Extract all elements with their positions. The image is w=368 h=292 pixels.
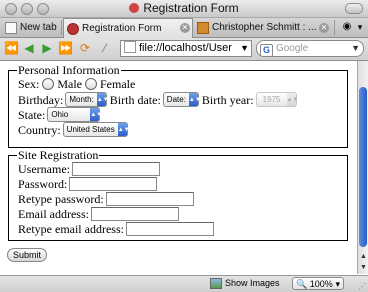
- date-select[interactable]: Date: ▲▼: [162, 92, 201, 107]
- username-label: Username:: [18, 162, 70, 176]
- firefox-icon: [67, 22, 79, 35]
- state-row: State: Ohio ▲▼: [18, 107, 103, 122]
- sex-row: Sex: Male Female: [18, 77, 135, 91]
- select-stepper-icon: ▲▼: [96, 93, 109, 106]
- male-radio[interactable]: [42, 78, 55, 90]
- password-label: Password:: [18, 177, 68, 191]
- male-label: Male: [57, 77, 82, 91]
- address-text: file://localhost/User: [139, 42, 232, 54]
- email-label: Email address:: [18, 207, 89, 221]
- tab-label: New tab: [20, 22, 57, 33]
- sex-label: Sex:: [18, 77, 40, 91]
- select-stepper-icon: ▲▼: [188, 93, 201, 106]
- birth-year-select-value: 1975: [262, 94, 281, 104]
- scroll-down-arrow-icon[interactable]: ▼: [358, 262, 368, 273]
- show-images-label: Show Images: [225, 278, 280, 288]
- tab-new-tab[interactable]: New tab: [2, 19, 57, 36]
- google-search-engine-icon[interactable]: G: [260, 44, 273, 56]
- toolbar-toggle-button[interactable]: [345, 3, 363, 14]
- birthdate-label: Birth date:: [109, 92, 161, 107]
- tab-label: Christopher Schmitt : ...: [212, 22, 317, 33]
- tab-label: Registration Form: [82, 23, 162, 34]
- page-content: Personal Information Sex: Male Female Bi…: [0, 61, 357, 274]
- page-favicon-icon: [124, 41, 136, 53]
- search-dropdown-icon[interactable]: ▼: [351, 41, 360, 56]
- zoom-dropdown-icon: ▾: [335, 279, 340, 289]
- status-bar: Show Images 🔍 100% ▾ ⋰: [0, 275, 368, 292]
- navigation-toolbar: ⏪ ◀ ▶ ⏩ ⟳ ⁄ file://localhost/User ▼ G Goo…: [0, 38, 368, 61]
- window-titlebar: Registration Form: [0, 0, 368, 18]
- email-row: Email address:: [18, 207, 179, 221]
- site-registration-legend: Site Registration: [17, 148, 100, 162]
- retype-email-row: Retype email address:: [18, 222, 214, 236]
- female-radio[interactable]: [85, 78, 97, 90]
- password-input[interactable]: [69, 177, 158, 191]
- birthday-row: Birthday: Month: ▲▼ Birth date: Date: ▲▼ B…: [18, 92, 300, 107]
- select-stepper-icon: ▲▼: [90, 108, 102, 121]
- site-favicon-icon: [197, 21, 209, 34]
- window-title-text: Registration Form: [143, 1, 239, 15]
- tab-divider: [61, 20, 62, 35]
- date-select-value: Date:: [166, 94, 186, 104]
- search-bar[interactable]: G Google ▼: [256, 40, 364, 57]
- retype-email-input[interactable]: [125, 222, 214, 236]
- username-input[interactable]: [71, 162, 160, 176]
- image-icon: [210, 278, 222, 289]
- country-row: Country: United States ▲▼: [18, 122, 131, 137]
- select-stepper-icon: ▲▼: [117, 123, 130, 136]
- back-arrow-icon[interactable]: ◀: [22, 41, 36, 55]
- retype-password-label: Retype password:: [18, 192, 104, 206]
- retype-password-row: Retype password:: [18, 192, 194, 206]
- birthyear-label: Birth year:: [201, 92, 254, 107]
- firefox-icon: [129, 3, 140, 13]
- country-select[interactable]: United States ▲▼: [62, 122, 130, 137]
- close-tab-icon[interactable]: ✕: [319, 23, 329, 33]
- address-bar[interactable]: file://localhost/User ▼: [120, 40, 252, 57]
- zoom-select[interactable]: 🔍 100% ▾: [292, 277, 344, 290]
- tab-christopher-schmitt[interactable]: Christopher Schmitt : ...: [194, 19, 318, 36]
- username-row: Username:: [18, 162, 160, 176]
- retype-password-input[interactable]: [105, 192, 194, 206]
- month-select[interactable]: Month: ▲▼: [65, 92, 109, 107]
- female-label: Female: [100, 77, 136, 91]
- site-registration-fieldset: Site Registration Username: Password: Re…: [8, 148, 348, 241]
- state-select-value: Ohio: [51, 109, 69, 119]
- forward-arrow-icon[interactable]: ▶: [40, 41, 54, 55]
- state-select[interactable]: Ohio ▲▼: [47, 107, 102, 122]
- select-stepper-icon: ▲▼: [286, 93, 298, 106]
- birth-year-select: 1975 ▲▼: [255, 92, 298, 107]
- zoom-magnifier-icon: 🔍: [296, 279, 308, 289]
- fast-forward-icon[interactable]: ⏩: [58, 41, 73, 55]
- state-label: State:: [18, 107, 46, 122]
- tab-menu-chevron-icon[interactable]: ▾: [353, 20, 367, 34]
- blank-page-icon: [5, 21, 17, 34]
- vertical-scrollbar[interactable]: ▲ ▼: [357, 61, 368, 274]
- retype-email-label: Retype email address:: [18, 222, 124, 236]
- search-placeholder: Google: [276, 43, 309, 54]
- tab-divider: [334, 20, 335, 35]
- close-tab-icon[interactable]: ✕: [180, 23, 190, 33]
- country-select-value: United States: [66, 124, 115, 134]
- window-title: Registration Form: [0, 1, 368, 15]
- resize-grip-icon[interactable]: ⋰: [358, 282, 366, 291]
- personal-information-fieldset: Personal Information Sex: Male Female Bi…: [8, 63, 348, 148]
- list-all-tabs-icon[interactable]: ◉: [340, 20, 354, 34]
- personal-information-legend: Personal Information: [17, 63, 121, 77]
- scrollbar-thumb[interactable]: [359, 87, 367, 247]
- birthday-label: Birthday:: [18, 92, 64, 107]
- stop-icon[interactable]: ⁄: [98, 41, 112, 55]
- reload-icon[interactable]: ⟳: [78, 41, 92, 55]
- email-input[interactable]: [90, 207, 179, 221]
- submit-button[interactable]: Submit: [7, 248, 48, 262]
- month-select-value: Month:: [69, 94, 94, 104]
- address-history-dropdown-icon[interactable]: ▼: [240, 41, 249, 56]
- zoom-value: 100%: [309, 279, 333, 289]
- rewind-icon[interactable]: ⏪: [4, 41, 19, 55]
- country-label: Country:: [18, 122, 61, 137]
- tab-bar: New tab Registration Form ✕ Christopher …: [0, 18, 368, 38]
- tab-registration-form[interactable]: Registration Form ✕: [63, 18, 193, 38]
- show-images-button[interactable]: Show Images: [210, 277, 280, 290]
- password-row: Password:: [18, 177, 158, 191]
- scroll-up-arrow-icon[interactable]: ▲: [358, 251, 368, 262]
